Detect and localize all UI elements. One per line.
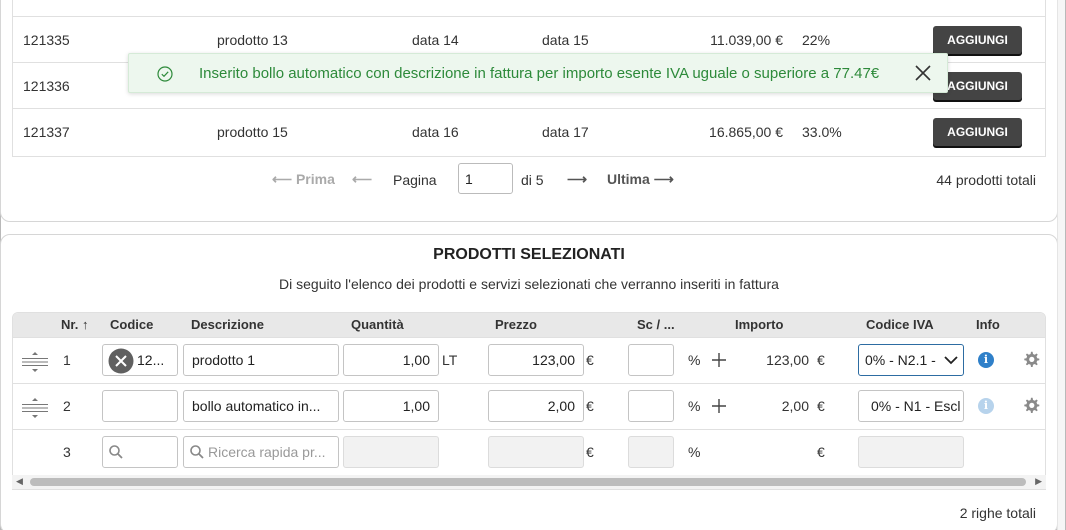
description-field[interactable]: prodotto 1 xyxy=(183,344,339,376)
quantity-field[interactable]: 1,00 xyxy=(343,390,439,422)
product-price: 16.865,00 € xyxy=(709,124,783,140)
add-button[interactable]: AGGIUNGI xyxy=(933,26,1022,54)
currency-label: € xyxy=(586,444,594,460)
plus-icon[interactable] xyxy=(712,399,726,413)
grid-header: Nr. ↑ Codice Descrizione Quantità Prezzo… xyxy=(13,313,1045,337)
discount-field-disabled xyxy=(628,436,674,468)
unit-label: LT xyxy=(442,352,458,368)
product-code: 121336 xyxy=(23,78,70,94)
header-amount[interactable]: Importo xyxy=(735,317,783,332)
vat-code-select-disabled xyxy=(858,436,964,468)
amount-currency: € xyxy=(817,444,825,460)
product-date-2: data 17 xyxy=(542,124,589,140)
discount-field[interactable] xyxy=(628,390,674,422)
row-number: 1 xyxy=(63,352,71,368)
amount-value: 2,00 xyxy=(781,398,809,414)
amount-value: 123,00 xyxy=(766,352,809,368)
pagination: ⟵ Prima ⟵ Pagina di 5 ⟶ Ultima ⟶ 44 prod… xyxy=(12,158,1046,202)
arrow-right-icon: ⟶ xyxy=(653,171,674,187)
vat-code-select[interactable]: 0% - N1 - Escl xyxy=(858,390,964,422)
search-icon xyxy=(109,445,123,459)
page-count: di 5 xyxy=(521,172,544,188)
description-field[interactable]: bollo automatico in... xyxy=(183,390,339,422)
header-code[interactable]: Codice xyxy=(110,317,153,332)
product-code: 121337 xyxy=(23,124,70,140)
quick-search-field[interactable]: Ricerca rapida pr... xyxy=(183,436,339,468)
info-icon[interactable]: i xyxy=(978,398,994,414)
currency-label: € xyxy=(586,352,594,368)
product-code: 121335 xyxy=(23,32,70,48)
product-date-1: data 16 xyxy=(412,124,459,140)
horizontal-scrollbar[interactable]: ◀ ▶ xyxy=(12,475,1046,489)
gear-icon[interactable] xyxy=(1022,397,1040,415)
chevron-down-icon xyxy=(944,356,958,365)
percent-label: % xyxy=(688,398,701,414)
rows-total: 2 righe totali xyxy=(959,505,1036,521)
table-row: 2 bollo automatico in... 1,00 2,00 € % 2… xyxy=(13,383,1045,429)
vertical-scrollbar[interactable] xyxy=(1057,0,1065,530)
table-row: 3 Ricerca rapida pr... € % € xyxy=(13,429,1045,475)
page-label: Pagina xyxy=(393,172,437,188)
scroll-right-icon[interactable]: ▶ xyxy=(1035,476,1042,487)
price-field-disabled xyxy=(488,436,584,468)
code-field[interactable]: 12... xyxy=(102,344,178,376)
search-icon xyxy=(190,445,204,459)
header-nr-sort[interactable]: Nr. ↑ xyxy=(61,317,88,332)
last-page-link[interactable]: Ultima ⟶ xyxy=(607,171,674,188)
product-name: prodotto 15 xyxy=(217,124,288,140)
header-discount[interactable]: Sc / ... xyxy=(637,317,675,332)
amount-currency: € xyxy=(817,398,825,414)
header-info: Info xyxy=(976,317,1000,332)
page-number-input[interactable] xyxy=(458,163,513,194)
scroll-left-icon[interactable]: ◀ xyxy=(16,476,23,487)
header-vat-code[interactable]: Codice IVA xyxy=(866,317,934,332)
row-number: 3 xyxy=(63,444,71,460)
last-label: Ultima xyxy=(607,171,650,187)
selected-products-grid: Nr. ↑ Codice Descrizione Quantità Prezzo… xyxy=(12,312,1046,490)
quick-search-placeholder: Ricerca rapida pr... xyxy=(208,444,326,460)
percent-label: % xyxy=(688,352,701,368)
next-page-link[interactable]: ⟶ xyxy=(567,171,587,188)
header-quantity[interactable]: Quantità xyxy=(351,317,404,332)
section-subtitle: Di seguito l'elenco dei prodotti e servi… xyxy=(279,276,779,292)
product-vat-pct: 33.0% xyxy=(802,124,842,140)
add-button[interactable]: AGGIUNGI xyxy=(933,118,1022,146)
code-search-field[interactable] xyxy=(102,436,178,468)
info-icon[interactable]: i xyxy=(978,352,994,368)
plus-icon[interactable] xyxy=(712,353,726,367)
scrollbar-thumb[interactable] xyxy=(30,478,1026,486)
gear-icon[interactable] xyxy=(1022,351,1040,369)
products-total: 44 prodotti totali xyxy=(936,172,1036,188)
drag-handle-icon[interactable] xyxy=(22,351,48,373)
discount-field[interactable] xyxy=(628,344,674,376)
percent-label: % xyxy=(688,444,701,460)
table-row: 121337 prodotto 15 data 16 data 17 16.86… xyxy=(13,108,1045,154)
price-field[interactable]: 123,00 xyxy=(488,344,584,376)
arrow-left-icon: ⟵ xyxy=(272,171,293,187)
success-toast: Inserito bollo automatico con descrizion… xyxy=(128,53,948,93)
price-field[interactable]: 2,00 xyxy=(488,390,584,422)
row-number: 2 xyxy=(63,398,71,414)
check-circle-icon xyxy=(157,66,173,82)
first-page-link[interactable]: ⟵ Prima xyxy=(272,171,335,188)
header-description[interactable]: Descrizione xyxy=(191,317,264,332)
code-value: 12... xyxy=(137,352,165,368)
first-label: Prima xyxy=(295,171,335,187)
vat-code-select[interactable]: 0% - N2.1 - xyxy=(858,344,964,376)
remove-circle-icon[interactable] xyxy=(108,348,134,374)
toast-message: Inserito bollo automatico con descrizion… xyxy=(199,65,880,82)
quantity-field[interactable]: 1,00 xyxy=(343,344,439,376)
code-field[interactable] xyxy=(102,390,178,422)
amount-currency: € xyxy=(817,352,825,368)
table-row: 1 12... prodotto 1 1,00 LT 123,00 € % 12… xyxy=(13,337,1045,383)
quantity-field-disabled xyxy=(343,436,439,468)
section-title: PRODOTTI SELEZIONATI xyxy=(433,246,625,263)
currency-label: € xyxy=(586,398,594,414)
header-price[interactable]: Prezzo xyxy=(495,317,537,332)
vat-code-value: 0% - N2.1 - xyxy=(865,352,936,368)
prev-page-link[interactable]: ⟵ xyxy=(352,171,372,188)
drag-handle-icon[interactable] xyxy=(22,397,48,419)
close-icon[interactable] xyxy=(913,63,933,83)
